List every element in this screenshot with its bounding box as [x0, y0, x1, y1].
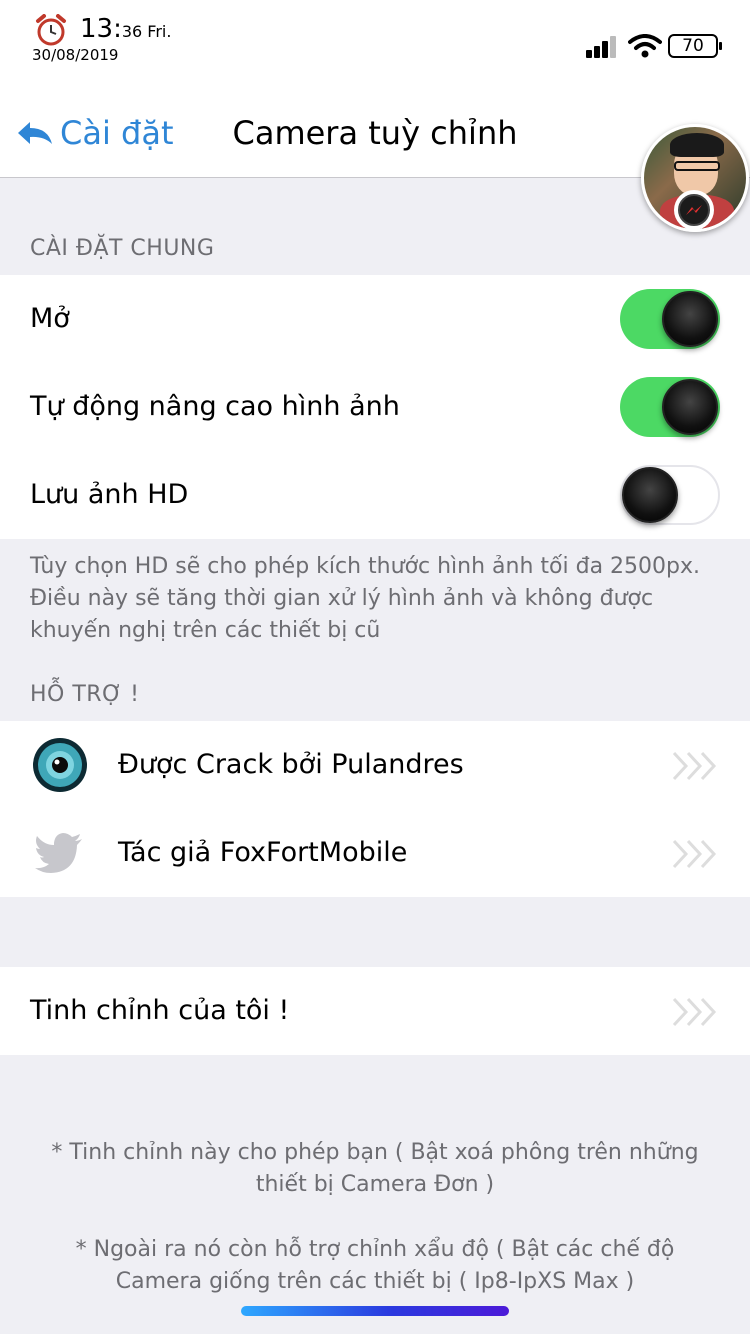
- eye-icon: [33, 738, 87, 792]
- messenger-icon: [674, 190, 714, 230]
- general-settings-group: Mở Tự động nâng cao hình ảnh Lưu ảnh HD: [0, 275, 750, 539]
- my-tweaks-label: Tinh chỉnh của tôi !: [30, 995, 290, 1026]
- support-group: Được Crack bởi Pulandres Tác giả FoxFort…: [0, 721, 750, 897]
- tweak-note-1: * Tinh chỉnh này cho phép bạn ( Bật xoá …: [51, 1140, 699, 1197]
- wifi-icon: [628, 34, 662, 58]
- setting-label: Lưu ảnh HD: [30, 479, 189, 510]
- chevron-right-icon: [672, 997, 717, 1027]
- hd-description: Tùy chọn HD sẽ cho phép kích thước hình …: [30, 554, 701, 643]
- crack-credit-label: Được Crack bởi Pulandres: [118, 749, 464, 780]
- setting-label: Tự động nâng cao hình ảnh: [30, 391, 400, 422]
- section-header-general: CÀI ĐẶT CHUNG: [30, 236, 215, 261]
- my-tweaks-row[interactable]: Tinh chỉnh của tôi !: [0, 967, 750, 1055]
- battery-indicator: 70: [668, 34, 722, 58]
- twitter-bird-icon: [35, 833, 82, 873]
- alarm-clock-icon: [36, 14, 66, 46]
- setting-row-open: Mở: [0, 275, 750, 363]
- cellular-signal-icon: [586, 36, 622, 58]
- page-title: Camera tuỳ chỉnh: [232, 114, 518, 152]
- author-row[interactable]: Tác giả FoxFortMobile: [0, 809, 750, 897]
- save-hd-toggle[interactable]: [620, 465, 720, 525]
- setting-row-save-hd: Lưu ảnh HD: [0, 451, 750, 539]
- status-bar: 13:36 Fri. 30/08/2019 70: [0, 0, 750, 76]
- date: 30/08/2019: [32, 46, 119, 64]
- toggle-knob: [622, 467, 678, 523]
- clock: 13:36 Fri.: [80, 14, 172, 44]
- toggle-knob: [662, 291, 718, 347]
- home-indicator[interactable]: [241, 1306, 509, 1316]
- section-header-support: HỖ TRỢ !: [30, 682, 140, 707]
- chevron-right-icon: [672, 751, 717, 781]
- navigation-bar: Cài đặt Camera tuỳ chỉnh: [0, 76, 750, 178]
- crack-credit-row[interactable]: Được Crack bởi Pulandres: [0, 721, 750, 809]
- chevron-right-icon: [672, 839, 717, 869]
- author-label: Tác giả FoxFortMobile: [118, 837, 408, 868]
- auto-enhance-toggle[interactable]: [620, 377, 720, 437]
- setting-row-auto-enhance: Tự động nâng cao hình ảnh: [0, 363, 750, 451]
- open-toggle[interactable]: [620, 289, 720, 349]
- toggle-knob: [662, 379, 718, 435]
- tweak-note-2: * Ngoài ra nó còn hỗ trợ chỉnh xẩu độ ( …: [75, 1237, 675, 1294]
- setting-label: Mở: [30, 303, 70, 334]
- my-tweaks-group: Tinh chỉnh của tôi !: [0, 967, 750, 1055]
